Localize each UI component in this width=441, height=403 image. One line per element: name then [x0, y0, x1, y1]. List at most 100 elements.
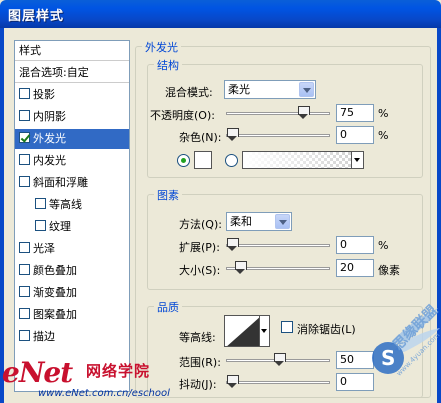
- blend-mode-label: 混合模式:: [165, 86, 213, 99]
- blend-mode-value: 柔光: [228, 83, 250, 96]
- structure-title: 结构: [154, 57, 182, 73]
- style-item[interactable]: 颜色叠加: [15, 261, 129, 281]
- spread-slider[interactable]: [226, 238, 330, 251]
- opacity-value: 75: [340, 106, 354, 119]
- style-item-label: 内发光: [33, 154, 66, 167]
- svg-text:S: S: [381, 346, 395, 370]
- style-item-label: 图案叠加: [33, 308, 77, 321]
- size-slider-thumb[interactable]: [235, 261, 247, 274]
- style-item[interactable]: 内阴影: [15, 107, 129, 127]
- style-item-label: 斜面和浮雕: [33, 176, 88, 189]
- style-checkbox[interactable]: [19, 308, 30, 319]
- opacity-slider-thumb[interactable]: [298, 106, 310, 119]
- jitter-label: 抖动(J):: [179, 378, 217, 391]
- style-checkbox[interactable]: [19, 176, 30, 187]
- jitter-slider[interactable]: [226, 375, 330, 388]
- range-slider-thumb[interactable]: [274, 353, 286, 366]
- style-checkbox[interactable]: [19, 110, 30, 121]
- noise-slider[interactable]: [226, 128, 330, 141]
- style-checkbox[interactable]: [19, 286, 30, 297]
- styles-header-label: 样式: [19, 44, 41, 57]
- blend-mode-select[interactable]: 柔光: [224, 80, 316, 99]
- style-item[interactable]: 等高线: [15, 195, 129, 215]
- noise-unit: %: [378, 129, 389, 142]
- technique-select[interactable]: 柔和: [226, 212, 292, 231]
- glow-color-swatch[interactable]: [194, 151, 212, 169]
- spread-slider-thumb[interactable]: [227, 238, 239, 251]
- chevron-down-icon[interactable]: [299, 82, 314, 97]
- style-item-label: 等高线: [49, 198, 82, 211]
- noise-slider-thumb[interactable]: [227, 128, 239, 141]
- contour-curve-icon: [227, 317, 259, 346]
- spread-unit: %: [378, 239, 389, 252]
- solid-color-radio[interactable]: [177, 154, 190, 167]
- style-item-label: 内阴影: [33, 110, 66, 123]
- jitter-value: 0: [340, 375, 347, 388]
- noise-label: 杂色(N):: [179, 131, 222, 144]
- chevron-down-icon[interactable]: [275, 214, 290, 229]
- title-bar[interactable]: 图层样式: [0, 0, 441, 28]
- gradient-dropdown-arrow-icon[interactable]: [351, 152, 363, 168]
- blend-options-item[interactable]: 混合选项:自定: [15, 63, 129, 83]
- opacity-label: 不透明度(O):: [150, 109, 215, 122]
- noise-value: 0: [340, 128, 347, 141]
- range-slider[interactable]: [226, 353, 330, 366]
- style-item[interactable]: 外发光: [15, 129, 129, 149]
- technique-value: 柔和: [230, 215, 252, 228]
- style-item[interactable]: 描边: [15, 327, 129, 347]
- window-title: 图层样式: [8, 9, 65, 24]
- style-item[interactable]: 斜面和浮雕: [15, 173, 129, 193]
- style-checkbox[interactable]: [35, 198, 46, 209]
- size-input[interactable]: 20: [336, 259, 374, 277]
- style-item-label: 渐变叠加: [33, 286, 77, 299]
- contour-preview[interactable]: [224, 315, 260, 347]
- style-item-label: 描边: [33, 330, 55, 343]
- size-slider[interactable]: [226, 261, 330, 274]
- style-item[interactable]: 内发光: [15, 151, 129, 171]
- noise-input[interactable]: 0: [336, 126, 374, 144]
- quality-title: 品质: [154, 299, 182, 315]
- styles-list-header[interactable]: 样式: [15, 41, 129, 61]
- opacity-input[interactable]: 75: [336, 104, 374, 122]
- spread-label: 扩展(P):: [179, 241, 220, 254]
- anti-alias-checkbox[interactable]: [281, 321, 293, 333]
- contour-dropdown-arrow-icon[interactable]: [260, 315, 270, 347]
- outer-glow-title: 外发光: [142, 39, 181, 55]
- technique-label: 方法(Q):: [179, 218, 222, 231]
- watermark-brand: eNet: [2, 356, 73, 389]
- style-checkbox[interactable]: [19, 330, 30, 341]
- style-item-label: 纹理: [49, 220, 71, 233]
- style-item[interactable]: 光泽: [15, 239, 129, 259]
- style-item-label: 外发光: [33, 132, 66, 145]
- blend-options-label: 混合选项:自定: [19, 66, 89, 79]
- style-item[interactable]: 纹理: [15, 217, 129, 237]
- style-checkbox[interactable]: [35, 220, 46, 231]
- range-label: 范围(R):: [179, 356, 221, 369]
- style-item[interactable]: 渐变叠加: [15, 283, 129, 303]
- gradient-picker[interactable]: [242, 151, 364, 169]
- anti-alias-label: 消除锯齿(L): [297, 323, 356, 336]
- watermark-url: www.eNet.com.cn/eschool: [38, 388, 170, 399]
- opacity-slider[interactable]: [226, 106, 330, 119]
- opacity-unit: %: [378, 107, 389, 120]
- style-item-label: 光泽: [33, 242, 55, 255]
- contour-label: 等高线:: [179, 331, 216, 344]
- watermark-brand-cn: 网络学院: [86, 362, 151, 380]
- size-unit: 像素: [378, 264, 400, 277]
- styles-list: 样式 混合选项:自定 投影内阴影外发光内发光斜面和浮雕等高线纹理光泽颜色叠加渐变…: [14, 40, 130, 392]
- style-checkbox[interactable]: [19, 132, 30, 143]
- spread-value: 0: [340, 238, 347, 251]
- style-checkbox[interactable]: [19, 88, 30, 99]
- elements-title: 图素: [154, 187, 182, 203]
- jitter-slider-thumb[interactable]: [227, 375, 239, 388]
- style-item-label: 颜色叠加: [33, 264, 77, 277]
- style-item[interactable]: 图案叠加: [15, 305, 129, 325]
- style-checkbox[interactable]: [19, 264, 30, 275]
- style-checkbox[interactable]: [19, 242, 30, 253]
- size-label: 大小(S):: [179, 264, 221, 277]
- gradient-radio[interactable]: [225, 154, 238, 167]
- size-value: 20: [340, 261, 354, 274]
- style-item[interactable]: 投影: [15, 85, 129, 105]
- style-checkbox[interactable]: [19, 154, 30, 165]
- spread-input[interactable]: 0: [336, 236, 374, 254]
